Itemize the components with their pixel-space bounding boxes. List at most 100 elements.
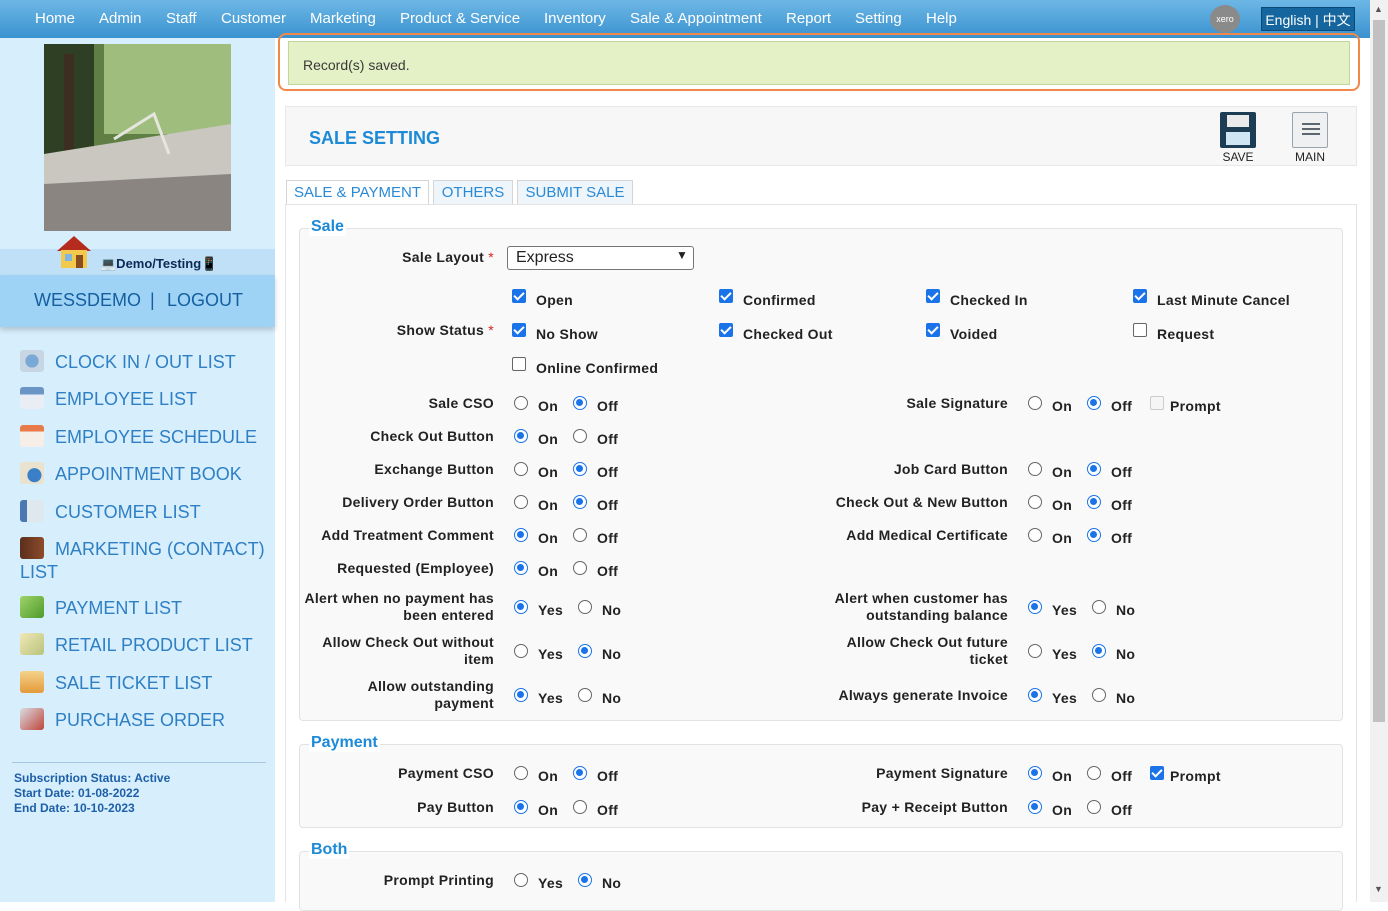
delivery-order-button-on-radio[interactable] bbox=[514, 495, 528, 509]
payment-cso-off-radio[interactable] bbox=[573, 766, 587, 780]
sale-cso-on-radio[interactable] bbox=[514, 396, 528, 410]
pay-receipt-button-on-radio[interactable] bbox=[1028, 800, 1042, 814]
status-voided-checkbox[interactable] bbox=[926, 323, 940, 337]
sidebar-item-sale-ticket-list[interactable]: SALE TICKET LIST bbox=[20, 671, 270, 695]
sidebar-item-employee-schedule[interactable]: EMPLOYEE SCHEDULE bbox=[20, 425, 270, 449]
requested-employee-off-radio[interactable] bbox=[573, 561, 587, 575]
status-checked-in-checkbox[interactable] bbox=[926, 289, 940, 303]
sidebar-item-marketing-contact-list[interactable]: MARKETING (CONTACT) LIST bbox=[20, 537, 270, 584]
add-treatment-comment-on-radio[interactable] bbox=[514, 528, 528, 542]
prompt-printing-no-radio[interactable] bbox=[578, 873, 592, 887]
nav-product-service[interactable]: Product & Service bbox=[400, 10, 520, 27]
alert-outstanding-balance-no-radio[interactable] bbox=[1092, 600, 1106, 614]
delivery-order-button-off-radio[interactable] bbox=[573, 495, 587, 509]
sidebar-item-customer-list[interactable]: CUSTOMER LIST bbox=[20, 500, 270, 524]
logout-link[interactable]: LOGOUT bbox=[167, 290, 243, 311]
nav-staff[interactable]: Staff bbox=[166, 10, 197, 27]
nav-help[interactable]: Help bbox=[926, 10, 957, 27]
user-separator: | bbox=[150, 290, 155, 310]
alert-no-payment-no-radio[interactable] bbox=[578, 600, 592, 614]
option-yes-label: Yes bbox=[538, 646, 564, 662]
sidebar-item-payment-list[interactable]: PAYMENT LIST bbox=[20, 596, 270, 620]
payment-cso-on-radio[interactable] bbox=[514, 766, 528, 780]
always-generate-invoice-yes-radio[interactable] bbox=[1028, 688, 1042, 702]
status-open-checkbox[interactable] bbox=[512, 289, 526, 303]
check-out-new-button-on-radio[interactable] bbox=[1028, 495, 1042, 509]
status-confirmed-checkbox[interactable] bbox=[719, 289, 733, 303]
pay-button-off-radio[interactable] bbox=[573, 800, 587, 814]
payment-signature-prompt-checkbox[interactable] bbox=[1150, 766, 1164, 780]
nav-sale-appointment[interactable]: Sale & Appointment bbox=[630, 10, 762, 27]
exchange-button-on-radio[interactable] bbox=[514, 462, 528, 476]
check-out-new-button-off-radio[interactable] bbox=[1087, 495, 1101, 509]
required-marker: * bbox=[488, 322, 494, 338]
always-generate-invoice-no-radio[interactable] bbox=[1092, 688, 1106, 702]
scroll-down-arrow-icon[interactable]: ▼ bbox=[1374, 884, 1383, 894]
username-link[interactable]: WESSDEMO bbox=[34, 290, 141, 311]
allow-checkout-future-ticket-no-radio[interactable] bbox=[1092, 644, 1106, 658]
language-switcher[interactable]: English | 中文 bbox=[1261, 7, 1355, 31]
scroll-up-arrow-icon[interactable]: ▲ bbox=[1374, 4, 1383, 14]
scrollbar-thumb[interactable] bbox=[1373, 20, 1385, 722]
add-medical-certificate-on-radio[interactable] bbox=[1028, 528, 1042, 542]
main-button[interactable]: MAIN bbox=[1287, 112, 1333, 164]
allow-outstanding-payment-no-radio[interactable] bbox=[578, 688, 592, 702]
allow-checkout-without-item-yes-radio[interactable] bbox=[514, 644, 528, 658]
tab-sale-payment[interactable]: SALE & PAYMENT bbox=[286, 180, 429, 204]
status-last-minute-cancel-checkbox[interactable] bbox=[1133, 289, 1147, 303]
check-out-button-off-radio[interactable] bbox=[573, 429, 587, 443]
sale-signature-off-radio[interactable] bbox=[1087, 396, 1101, 410]
exchange-button-off-radio[interactable] bbox=[573, 462, 587, 476]
sale-layout-select[interactable]: Express bbox=[507, 246, 694, 270]
job-card-button-on-radio[interactable] bbox=[1028, 462, 1042, 476]
sidebar-item-purchase-order[interactable]: PURCHASE ORDER bbox=[20, 708, 270, 732]
nav-admin[interactable]: Admin bbox=[99, 10, 142, 27]
option-yes-label: Yes bbox=[1052, 690, 1078, 706]
alert-highlight: Record(s) saved. bbox=[278, 33, 1360, 91]
status-online-confirmed-checkbox[interactable] bbox=[512, 357, 526, 371]
sidebar-item-clock-in-out[interactable]: CLOCK IN / OUT LIST bbox=[20, 350, 270, 374]
nav-inventory[interactable]: Inventory bbox=[544, 10, 606, 27]
option-off-label: Off bbox=[597, 497, 619, 513]
tab-submit-sale[interactable]: SUBMIT SALE bbox=[517, 180, 633, 204]
alert-no-payment-yes-radio[interactable] bbox=[514, 600, 528, 614]
requested-employee-on-radio[interactable] bbox=[514, 561, 528, 575]
check-out-button-on-radio[interactable] bbox=[514, 429, 528, 443]
nav-customer[interactable]: Customer bbox=[221, 10, 286, 27]
pay-button-on-radio[interactable] bbox=[514, 800, 528, 814]
nav-home[interactable]: Home bbox=[35, 10, 75, 27]
tab-others[interactable]: OTHERS bbox=[433, 180, 513, 204]
sale-layout-label: Sale Layout * bbox=[402, 249, 494, 266]
payment-section-title: Payment bbox=[309, 734, 380, 752]
pay-receipt-button-off-radio[interactable] bbox=[1087, 800, 1101, 814]
prompt-printing-yes-radio[interactable] bbox=[514, 873, 528, 887]
status-checked-out-checkbox[interactable] bbox=[719, 323, 733, 337]
alert-outstanding-balance-yes-radio[interactable] bbox=[1028, 600, 1042, 614]
nav-setting[interactable]: Setting bbox=[855, 10, 902, 27]
allow-checkout-future-ticket-yes-radio[interactable] bbox=[1028, 644, 1042, 658]
status-request-checkbox[interactable] bbox=[1133, 323, 1147, 337]
allow-checkout-without-item-no-radio[interactable] bbox=[578, 644, 592, 658]
chevron-down-icon[interactable]: ▼ bbox=[676, 248, 688, 262]
add-medical-certificate-off-radio[interactable] bbox=[1087, 528, 1101, 542]
status-no-show-checkbox[interactable] bbox=[512, 323, 526, 337]
payment-signature-off-radio[interactable] bbox=[1087, 766, 1101, 780]
option-on-label: On bbox=[538, 431, 559, 447]
home-icon[interactable] bbox=[55, 234, 93, 270]
allow-outstanding-payment-yes-radio[interactable] bbox=[514, 688, 528, 702]
xero-icon[interactable]: xero bbox=[1210, 5, 1240, 33]
nav-marketing[interactable]: Marketing bbox=[310, 10, 376, 27]
add-treatment-comment-off-radio[interactable] bbox=[573, 528, 587, 542]
payment-signature-on-radio[interactable] bbox=[1028, 766, 1042, 780]
job-card-button-off-radio[interactable] bbox=[1087, 462, 1101, 476]
sidebar-item-employee-list[interactable]: EMPLOYEE LIST bbox=[20, 387, 270, 411]
sale-signature-on-radio[interactable] bbox=[1028, 396, 1042, 410]
sale-cso-off-radio[interactable] bbox=[573, 396, 587, 410]
sidebar-item-retail-product-list[interactable]: RETAIL PRODUCT LIST bbox=[20, 633, 270, 657]
allow-outstanding-payment-label: Allow outstanding payment bbox=[367, 678, 494, 711]
page-scrollbar[interactable]: ▲ ▼ bbox=[1370, 0, 1388, 902]
sale-signature-prompt-checkbox[interactable] bbox=[1150, 396, 1164, 410]
nav-report[interactable]: Report bbox=[786, 10, 831, 27]
sidebar-item-appointment-book[interactable]: APPOINTMENT BOOK bbox=[20, 462, 270, 486]
save-button[interactable]: SAVE bbox=[1215, 112, 1261, 164]
